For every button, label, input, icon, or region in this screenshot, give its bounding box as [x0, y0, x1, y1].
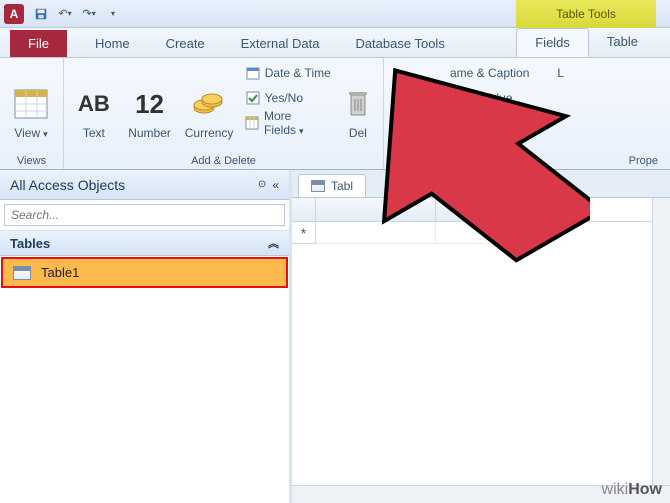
- currency-field-button[interactable]: Currency: [181, 62, 236, 140]
- new-row-marker: *: [292, 222, 316, 244]
- vertical-scrollbar[interactable]: [652, 198, 670, 503]
- number-icon: 12: [132, 86, 168, 122]
- doc-tab-table1[interactable]: Tabl: [298, 174, 366, 197]
- calendar-icon: [245, 65, 261, 81]
- group-label-add-delete: Add & Delete: [70, 155, 377, 167]
- undo-qat-button[interactable]: ↶▾: [54, 3, 76, 25]
- datasheet[interactable]: ▾ *: [292, 198, 670, 503]
- more-fields-icon: [245, 115, 260, 131]
- tab-create[interactable]: Create: [148, 30, 223, 57]
- nav-collapse-icon[interactable]: «: [272, 178, 279, 192]
- tab-fields[interactable]: Fields: [516, 28, 589, 57]
- watermark: wikiHow: [602, 481, 662, 499]
- document-tabs: Tabl: [292, 170, 670, 198]
- more-fields-button[interactable]: More Fields▾: [245, 112, 331, 134]
- nav-item-table1[interactable]: Table1: [1, 257, 288, 288]
- row-selector-header[interactable]: [292, 198, 316, 221]
- document-area: Tabl ▾ *: [292, 170, 670, 503]
- undo-icon: ↶: [58, 7, 67, 20]
- table-icon: [311, 180, 325, 192]
- ribbon: View▾ Views AB Text 12 Number Currency: [0, 58, 670, 170]
- field-size-button[interactable]: eld S: [450, 112, 529, 134]
- redo-qat-button[interactable]: ↷▾: [78, 3, 100, 25]
- tab-home[interactable]: Home: [77, 30, 148, 57]
- nav-header[interactable]: All Access Objects ⊙ «: [0, 170, 289, 200]
- lookup-button[interactable]: L: [557, 62, 564, 84]
- delete-icon: [340, 86, 376, 122]
- cell[interactable]: [316, 222, 436, 244]
- yes-no-button[interactable]: Yes/No: [245, 87, 331, 109]
- app-icon: A: [4, 4, 24, 24]
- cell[interactable]: [436, 222, 546, 244]
- tab-external-data[interactable]: External Data: [223, 30, 338, 57]
- collapse-group-icon: ︽: [268, 235, 279, 251]
- nav-group-tables[interactable]: Tables ︽: [0, 231, 289, 256]
- qat-customize-button[interactable]: ▾: [102, 3, 124, 25]
- tab-table[interactable]: Table: [589, 28, 656, 57]
- default-value-button[interactable]: efault Value: [450, 87, 529, 109]
- datasheet-view-icon: [13, 86, 49, 122]
- contextual-tab-label: Table Tools: [516, 0, 656, 28]
- title-bar: A ↶▾ ↷▾ ▾ Table Tools: [0, 0, 670, 28]
- text-field-button[interactable]: AB Text: [70, 62, 118, 140]
- nav-search-wrap: [0, 200, 289, 231]
- currency-icon: [191, 86, 227, 122]
- save-qat-button[interactable]: [30, 3, 52, 25]
- text-icon: AB: [76, 86, 112, 122]
- navigation-pane: All Access Objects ⊙ « Tables ︽ Table1: [0, 170, 292, 503]
- view-button[interactable]: View▾: [6, 62, 56, 140]
- column-header-add[interactable]: ▾: [436, 198, 546, 221]
- group-label-properties: Prope: [390, 155, 664, 167]
- delete-field-button[interactable]: Del: [339, 62, 377, 140]
- ribbon-tabs: File Home Create External Data Database …: [0, 28, 670, 58]
- tab-database-tools[interactable]: Database Tools: [337, 30, 462, 57]
- date-time-button[interactable]: Date & Time: [245, 62, 331, 84]
- nav-item-label: Table1: [41, 265, 79, 280]
- number-field-button[interactable]: 12 Number: [126, 62, 174, 140]
- tab-file[interactable]: File: [10, 30, 67, 57]
- add-field-dropdown-icon: ▾: [534, 204, 539, 215]
- name-caption-button[interactable]: ame & Caption: [450, 62, 529, 84]
- column-header-id[interactable]: [316, 198, 436, 221]
- main-area: All Access Objects ⊙ « Tables ︽ Table1 T…: [0, 170, 670, 503]
- redo-icon: ↷: [82, 7, 91, 20]
- group-label-views: Views: [6, 155, 57, 167]
- nav-filter-dropdown-icon[interactable]: ⊙: [258, 179, 266, 190]
- table-icon: [13, 266, 31, 280]
- checkbox-icon: [245, 90, 261, 106]
- nav-search-input[interactable]: [4, 204, 285, 226]
